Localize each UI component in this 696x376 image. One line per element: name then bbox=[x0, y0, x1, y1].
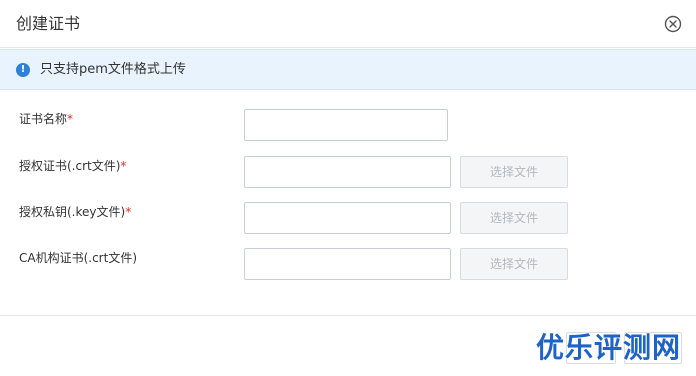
info-icon: ! bbox=[16, 63, 30, 77]
key-file-input[interactable] bbox=[244, 202, 451, 234]
cert-name-input[interactable] bbox=[244, 109, 448, 141]
cert-file-label: 授权证书(.crt文件)* bbox=[19, 158, 126, 174]
ca-file-label: CA机构证书(.crt文件) bbox=[19, 251, 138, 265]
dialog-title: 创建证书 bbox=[16, 14, 81, 33]
choose-cert-file-button[interactable]: 选择文件 bbox=[460, 156, 568, 188]
close-icon bbox=[664, 15, 682, 33]
site-watermark: 优乐评测网 bbox=[536, 331, 682, 364]
required-mark: * bbox=[67, 112, 74, 126]
ca-file-input[interactable] bbox=[244, 248, 451, 280]
choose-ca-file-button[interactable]: 选择文件 bbox=[460, 248, 568, 280]
notice-text: 只支持pem文件格式上传 bbox=[40, 62, 186, 77]
close-button[interactable] bbox=[664, 15, 682, 33]
cert-name-label-text: 证书名称 bbox=[19, 112, 68, 126]
required-mark: * bbox=[120, 159, 127, 173]
cert-file-label-text: 授权证书(.crt文件) bbox=[19, 159, 121, 173]
create-certificate-dialog: 创建证书 ! 只支持pem文件格式上传 证书名称* 授权证书(.crt文件)* … bbox=[0, 0, 696, 376]
cert-file-input[interactable] bbox=[244, 156, 451, 188]
key-file-label: 授权私钥(.key文件)* bbox=[19, 204, 131, 220]
dialog-header: 创建证书 bbox=[0, 0, 696, 48]
required-mark: * bbox=[125, 205, 132, 219]
choose-key-file-button[interactable]: 选择文件 bbox=[460, 202, 568, 234]
cert-name-label: 证书名称* bbox=[19, 111, 73, 127]
info-notice-bar: ! 只支持pem文件格式上传 bbox=[0, 49, 696, 90]
key-file-label-text: 授权私钥(.key文件) bbox=[19, 205, 126, 219]
